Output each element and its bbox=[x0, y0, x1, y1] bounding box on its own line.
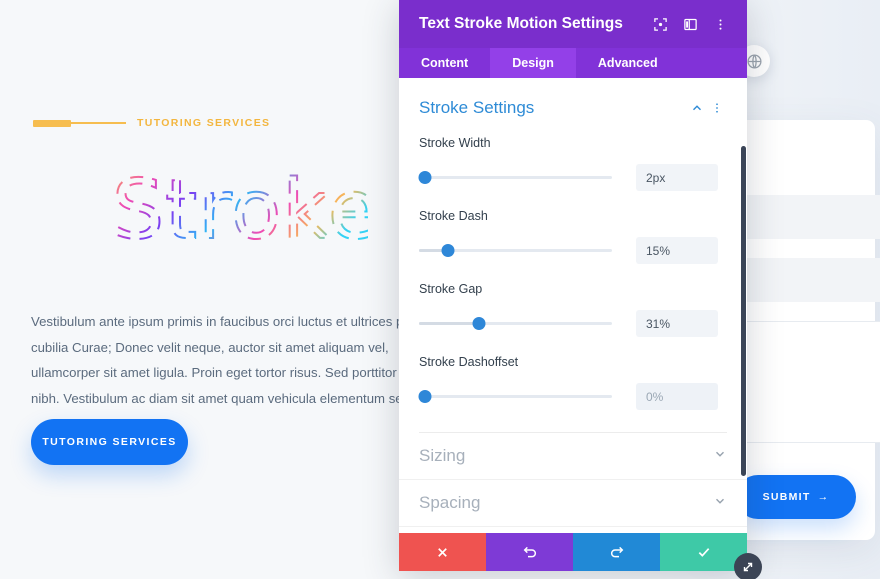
tab-advanced[interactable]: Advanced bbox=[576, 48, 680, 78]
control-stroke-dashoffset: Stroke Dashoffset bbox=[418, 355, 727, 410]
stroke-dash-label: Stroke Dash bbox=[419, 209, 488, 223]
check-icon bbox=[698, 548, 709, 557]
modal-header: Text Stroke Motion Settings bbox=[399, 0, 747, 48]
submit-label: SUBMIT bbox=[762, 491, 811, 503]
stroke-gap-label: Stroke Gap bbox=[419, 282, 483, 296]
resize-diagonal-icon[interactable] bbox=[734, 553, 762, 579]
slider-track bbox=[419, 176, 612, 179]
undo-button[interactable] bbox=[486, 533, 573, 571]
slider-thumb[interactable] bbox=[418, 171, 432, 184]
modal-title: Text Stroke Motion Settings bbox=[419, 15, 623, 32]
chevron-up-icon[interactable] bbox=[687, 101, 707, 115]
chevron-down-icon bbox=[713, 494, 727, 513]
slider-thumb[interactable] bbox=[418, 390, 432, 403]
accordion-sizing-label: Sizing bbox=[419, 446, 466, 465]
slider-track bbox=[419, 395, 612, 398]
eyebrow: TUTORING SERVICES bbox=[33, 117, 270, 129]
focus-target-icon[interactable] bbox=[647, 11, 673, 37]
stroke-headline-text: Stroke bbox=[112, 166, 368, 258]
stroke-width-input[interactable] bbox=[636, 164, 718, 191]
eyebrow-line-icon bbox=[71, 122, 126, 124]
accordion-spacing[interactable]: Spacing bbox=[399, 480, 747, 527]
control-stroke-dash: Stroke Dash bbox=[419, 209, 727, 264]
stroke-dashoffset-input[interactable] bbox=[636, 383, 718, 410]
stroke-dash-input[interactable] bbox=[636, 237, 718, 264]
control-stroke-width: Stroke Width bbox=[418, 136, 727, 191]
more-vertical-icon[interactable] bbox=[707, 11, 733, 37]
slider-thumb[interactable] bbox=[472, 317, 486, 330]
stroke-width-slider[interactable] bbox=[418, 171, 612, 185]
section-title: Stroke Settings bbox=[419, 98, 535, 117]
chevron-down-icon bbox=[713, 447, 727, 466]
settings-modal: Text Stroke Motion Settings Content Desi… bbox=[399, 0, 747, 571]
layout-split-icon[interactable] bbox=[677, 11, 703, 37]
cancel-button[interactable] bbox=[399, 533, 486, 571]
arrow-right-icon: → bbox=[817, 491, 830, 503]
stroke-dashoffset-label: Stroke Dashoffset bbox=[419, 355, 519, 369]
stroke-controls: Stroke Width Stroke Dash bbox=[399, 136, 747, 433]
redo-button[interactable] bbox=[573, 533, 660, 571]
page-title: Stroke bbox=[108, 166, 368, 261]
close-icon bbox=[438, 547, 447, 557]
stroke-dashoffset-slider[interactable] bbox=[418, 390, 612, 404]
redo-icon bbox=[610, 546, 623, 558]
screen: TUTORING SERVICES Stroke Vestibulum ante… bbox=[0, 0, 880, 579]
tab-design[interactable]: Design bbox=[490, 48, 576, 78]
control-stroke-gap: Stroke Gap bbox=[419, 282, 727, 337]
tutoring-services-button[interactable]: TUTORING SERVICES bbox=[31, 419, 188, 465]
accordion-sizing[interactable]: Sizing bbox=[399, 433, 747, 480]
slider-fill bbox=[419, 322, 479, 325]
modal-body: Stroke Settings Stroke Width 2px Stroke … bbox=[399, 78, 747, 533]
accordion-spacing-label: Spacing bbox=[419, 493, 481, 512]
eyebrow-bar-icon bbox=[33, 119, 71, 127]
stroke-gap-slider[interactable] bbox=[419, 317, 612, 331]
eyebrow-label: TUTORING SERVICES bbox=[137, 117, 271, 129]
stroke-settings-section-header: Stroke Settings bbox=[399, 78, 747, 118]
section-more-vertical-icon[interactable] bbox=[707, 101, 727, 115]
undo-icon bbox=[523, 546, 536, 558]
tab-content[interactable]: Content bbox=[399, 48, 490, 78]
modal-tabs: Content Design Advanced bbox=[399, 48, 747, 78]
stroke-width-label: Stroke Width bbox=[419, 136, 491, 150]
slider-thumb[interactable] bbox=[441, 244, 455, 257]
submit-button[interactable]: SUBMIT → bbox=[736, 475, 856, 519]
modal-footer bbox=[399, 533, 747, 571]
body-paragraph: Vestibulum ante ipsum primis in faucibus… bbox=[31, 314, 444, 406]
accordion-border[interactable]: Border bbox=[399, 527, 747, 533]
modal-scrollbar[interactable] bbox=[741, 146, 746, 476]
stroke-dash-slider[interactable] bbox=[419, 244, 612, 258]
stroke-gap-input[interactable] bbox=[636, 310, 718, 337]
